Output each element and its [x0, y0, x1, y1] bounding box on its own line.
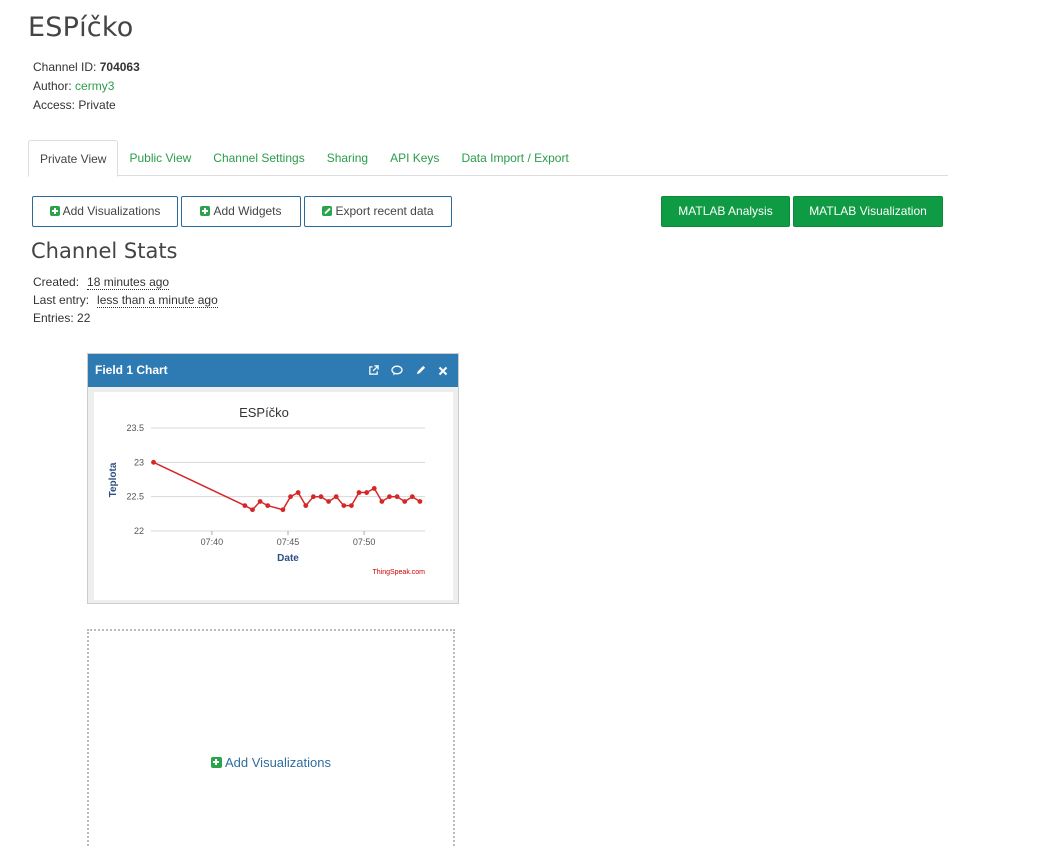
channel-stats-title: Channel Stats	[31, 239, 178, 263]
author-row: Author: cermy3	[33, 77, 140, 96]
created-value: 18 minutes ago	[87, 275, 170, 290]
external-link-icon[interactable]	[368, 365, 379, 376]
data-point[interactable]	[280, 507, 286, 513]
data-point[interactable]	[151, 459, 156, 465]
add-widgets-button[interactable]: Add Widgets	[181, 196, 301, 227]
data-point[interactable]	[265, 503, 271, 508]
export-recent-data-button[interactable]: Export recent data	[304, 196, 452, 227]
created-row: Created: 18 minutes ago	[33, 273, 218, 291]
data-point[interactable]	[394, 494, 400, 500]
x-tick-label: 07:50	[353, 537, 376, 547]
data-point[interactable]	[310, 494, 316, 500]
data-point[interactable]	[318, 494, 324, 500]
last-entry-label: Last entry:	[33, 293, 90, 307]
data-point[interactable]	[295, 490, 301, 495]
page-title: ESPíčko	[28, 12, 134, 43]
add-visualizations-link[interactable]: Add Visualizations	[89, 755, 453, 770]
chart-gridlines	[151, 427, 425, 532]
x-axis-ticks: 07:40 07:45 07:50	[201, 531, 376, 547]
x-tick-label: 07:40	[201, 537, 224, 547]
data-point[interactable]	[402, 499, 408, 504]
tab-channel-settings[interactable]: Channel Settings	[202, 140, 315, 176]
y-tick-label: 23	[134, 457, 144, 467]
last-entry-value: less than a minute ago	[97, 293, 218, 308]
y-axis-ticks: 23.5 23 22.5 22	[126, 423, 144, 536]
data-point[interactable]	[349, 503, 354, 508]
widget-header: Field 1 Chart	[88, 354, 458, 387]
data-point[interactable]	[242, 503, 248, 508]
entries-row: Entries: 22	[33, 309, 218, 327]
chart-title: ESPíčko	[239, 405, 289, 420]
data-point[interactable]	[303, 503, 309, 508]
tab-public-view[interactable]: Public View	[118, 140, 202, 176]
data-point[interactable]	[379, 499, 385, 504]
y-axis-label: Teplota	[108, 462, 119, 497]
author-link[interactable]: cermy3	[75, 79, 114, 93]
y-tick-label: 23.5	[126, 423, 144, 433]
field-1-chart-widget: Field 1 Chart ESPíčko 23.5 23 22.5 22 07:40…	[87, 353, 459, 604]
field-1-line-chart: ESPíčko 23.5 23 22.5 22 07:40 07:45 07:50 Tep…	[108, 405, 425, 576]
channel-tabs: Private View Public View Channel Setting…	[28, 140, 948, 177]
access-row: Access: Private	[33, 96, 140, 115]
author-label: Author:	[33, 79, 72, 93]
widget-icons	[368, 354, 448, 387]
plus-icon	[49, 206, 60, 216]
plus-icon	[211, 757, 222, 768]
entries-label: Entries:	[33, 311, 74, 325]
tab-private-view[interactable]: Private View	[28, 140, 119, 177]
data-point[interactable]	[333, 494, 339, 500]
channel-stats: Created: 18 minutes ago Last entry: less t…	[33, 273, 218, 327]
data-point[interactable]	[356, 490, 362, 495]
matlab-analysis-button[interactable]: MATLAB Analysis	[661, 196, 790, 227]
tab-sharing[interactable]: Sharing	[316, 140, 379, 176]
add-visualizations-button[interactable]: Add Visualizations	[32, 196, 178, 227]
add-widgets-label: Add Widgets	[213, 204, 282, 218]
add-visualizations-link-label: Add Visualizations	[225, 755, 331, 770]
data-point[interactable]	[409, 494, 415, 500]
data-point[interactable]	[288, 494, 293, 500]
tab-api-keys[interactable]: API Keys	[379, 140, 450, 176]
channel-id-row: Channel ID: 704063	[33, 58, 140, 77]
created-label: Created:	[33, 275, 80, 289]
pencil-icon[interactable]	[415, 365, 426, 376]
y-tick-label: 22	[134, 526, 144, 536]
data-point[interactable]	[250, 507, 255, 513]
access-value: Private	[78, 98, 116, 112]
data-point[interactable]	[341, 503, 347, 508]
chart-area: ESPíčko 23.5 23 22.5 22 07:40 07:45 07:50 Tep…	[94, 392, 453, 600]
access-label: Access:	[33, 98, 76, 112]
widget-title: Field 1 Chart	[95, 363, 168, 377]
close-icon[interactable]	[438, 366, 448, 376]
data-point[interactable]	[364, 490, 370, 495]
y-tick-label: 22.5	[126, 492, 144, 502]
tab-data-import-export[interactable]: Data Import / Export	[450, 140, 579, 176]
add-visualizations-label: Add Visualizations	[62, 204, 161, 218]
last-entry-row: Last entry: less than a minute ago	[33, 291, 218, 309]
entries-value: 22	[77, 311, 91, 325]
data-point[interactable]	[417, 499, 423, 504]
plus-icon	[200, 206, 211, 216]
channel-meta: Channel ID: 704063 Author: cermy3 Access…	[33, 58, 140, 115]
data-point[interactable]	[371, 486, 377, 491]
channel-id-value: 704063	[99, 60, 140, 74]
data-point[interactable]	[387, 494, 392, 500]
comment-icon[interactable]	[391, 365, 403, 376]
export-recent-data-label: Export recent data	[335, 204, 434, 218]
x-axis-label: Date	[277, 553, 299, 564]
channel-id-label: Channel ID:	[33, 60, 97, 74]
thingspeak-credit[interactable]: ThingSpeak.com	[372, 569, 425, 576]
export-icon	[322, 206, 333, 216]
data-point[interactable]	[326, 499, 331, 504]
data-point[interactable]	[257, 499, 263, 504]
empty-visualization-slot: Add Visualizations	[87, 629, 455, 847]
x-tick-label: 07:45	[277, 537, 300, 547]
matlab-visualization-button[interactable]: MATLAB Visualization	[793, 196, 943, 227]
